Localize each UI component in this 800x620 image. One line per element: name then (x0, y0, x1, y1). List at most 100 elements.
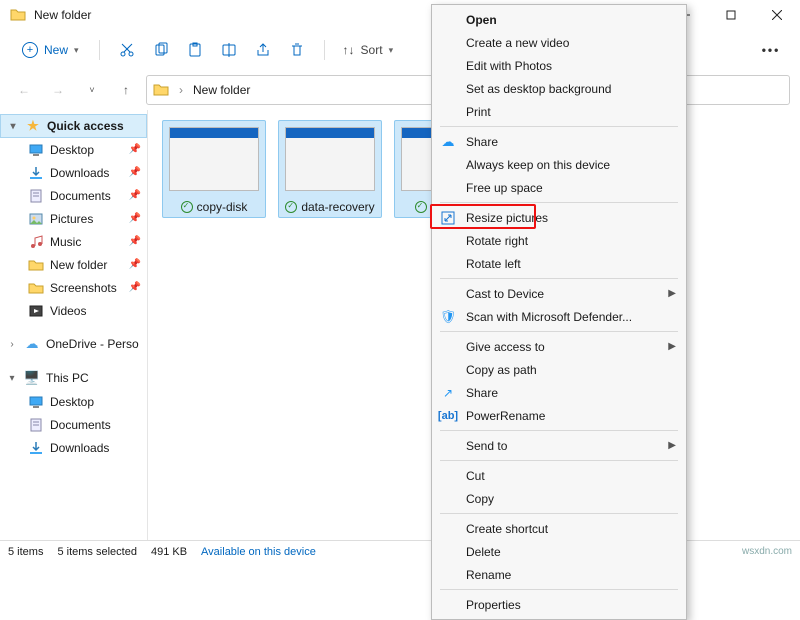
desktop-icon (28, 394, 44, 410)
menu-item-label: Copy as path (466, 363, 537, 377)
menu-item-label: Edit with Photos (466, 59, 552, 73)
onedrive-group[interactable]: › ☁ OneDrive - Perso (0, 332, 147, 356)
menu-item-label: Give access to (466, 340, 545, 354)
sidebar-item-new-folder[interactable]: New folder 📌 (0, 253, 147, 276)
paste-button[interactable] (178, 35, 212, 65)
menu-separator (440, 460, 678, 461)
cloud-icon: ☁ (440, 134, 456, 150)
menu-item-powerrename[interactable]: [ab]PowerRename (432, 404, 686, 427)
pin-icon: 📌 (129, 190, 141, 201)
sidebar-item-screenshots[interactable]: Screenshots📌 (0, 276, 147, 299)
sidebar-item-label: Documents (50, 418, 111, 432)
more-button[interactable]: ••• (754, 35, 788, 65)
menu-item-rename[interactable]: Rename (432, 563, 686, 586)
sidebar-item-label: New folder (50, 258, 107, 272)
menu-item-share[interactable]: ☁ Share (432, 130, 686, 153)
onedrive-label: OneDrive - Perso (46, 337, 139, 351)
pin-icon: 📌 (129, 144, 141, 155)
breadcrumb-segment[interactable]: New folder (193, 83, 250, 97)
thumbnail (169, 127, 259, 191)
menu-separator (440, 430, 678, 431)
menu-item-cut[interactable]: Cut (432, 464, 686, 487)
sidebar-item-label: Videos (50, 304, 86, 318)
sidebar-item-desktop[interactable]: Desktop (0, 390, 147, 413)
sidebar-item-documents[interactable]: Documents (0, 413, 147, 436)
this-pc-group[interactable]: ▾ 🖥️ This PC (0, 366, 147, 390)
sort-label: Sort (361, 43, 383, 57)
forward-button[interactable]: → (44, 76, 72, 104)
back-button[interactable]: ← (10, 76, 38, 104)
menu-item-share[interactable]: ↗Share (432, 381, 686, 404)
sort-button[interactable]: ↑↓ Sort ▾ (335, 39, 402, 61)
menu-item-resize-pictures[interactable]: Resize pictures (432, 206, 686, 229)
menu-item-give-access-to[interactable]: Give access to▶ (432, 335, 686, 358)
chevron-down-icon: ▾ (6, 373, 18, 384)
status-size: 491 KB (151, 546, 187, 558)
new-label: New (44, 43, 68, 57)
rename-button[interactable] (212, 35, 246, 65)
shield-icon: 🛡 (440, 309, 456, 325)
menu-item-label: Send to (466, 439, 507, 453)
menu-item-copy-as-path[interactable]: Copy as path (432, 358, 686, 381)
menu-item-create-a-new-video[interactable]: Create a new video (432, 31, 686, 54)
file-item[interactable]: copy-disk (162, 120, 266, 218)
close-button[interactable] (754, 0, 800, 30)
folder-icon (10, 7, 26, 23)
menu-item-free-up-space[interactable]: Free up space (432, 176, 686, 199)
menu-item-delete[interactable]: Delete (432, 540, 686, 563)
pictures-icon (28, 211, 44, 227)
file-item[interactable]: data-recovery (278, 120, 382, 218)
menu-item-print[interactable]: Print (432, 100, 686, 123)
menu-item-copy[interactable]: Copy (432, 487, 686, 510)
pin-icon: 📌 (129, 213, 141, 224)
desktop-icon (28, 142, 44, 158)
menu-item-rotate-right[interactable]: Rotate right (432, 229, 686, 252)
menu-item-cast-to-device[interactable]: Cast to Device▶ (432, 282, 686, 305)
sidebar-item-label: Music (50, 235, 81, 249)
menu-item-rotate-left[interactable]: Rotate left (432, 252, 686, 275)
share-button[interactable] (246, 35, 280, 65)
up-button[interactable]: ↑ (112, 76, 140, 104)
menu-item-edit-with-photos[interactable]: Edit with Photos (432, 54, 686, 77)
sidebar-item-videos[interactable]: Videos (0, 299, 147, 322)
menu-separator (440, 126, 678, 127)
chevron-down-icon: ▾ (7, 121, 19, 132)
menu-item-always-keep-on-this-device[interactable]: Always keep on this device (432, 153, 686, 176)
sort-icon: ↑↓ (343, 43, 355, 57)
sidebar-item-documents[interactable]: Documents📌 (0, 184, 147, 207)
menu-item-label: Scan with Microsoft Defender... (466, 310, 632, 324)
menu-item-scan-with-microsoft-defender-[interactable]: 🛡 Scan with Microsoft Defender... (432, 305, 686, 328)
menu-item-create-shortcut[interactable]: Create shortcut (432, 517, 686, 540)
sync-icon (181, 201, 193, 213)
star-icon: ★ (25, 118, 41, 134)
menu-item-send-to[interactable]: Send to ▶ (432, 434, 686, 457)
menu-item-label: Share (466, 135, 498, 149)
sidebar-item-downloads[interactable]: Downloads📌 (0, 161, 147, 184)
context-menu[interactable]: Open Create a new video Edit with Photos Se… (431, 4, 687, 620)
sidebar-item-downloads[interactable]: Downloads (0, 436, 147, 459)
pin-icon: 📌 (129, 259, 141, 270)
quick-access-header[interactable]: ▾ ★ Quick access (0, 114, 147, 138)
menu-separator (440, 589, 678, 590)
maximize-button[interactable] (708, 0, 754, 30)
sidebar-item-music[interactable]: Music📌 (0, 230, 147, 253)
delete-button[interactable] (280, 35, 314, 65)
chevron-right-icon: › (6, 339, 18, 350)
documents-icon (28, 417, 44, 433)
sidebar-item-desktop[interactable]: Desktop📌 (0, 138, 147, 161)
menu-item-open[interactable]: Open (432, 8, 686, 31)
videos-icon (28, 303, 44, 319)
menu-item-label: Resize pictures (466, 211, 548, 225)
cut-button[interactable] (110, 35, 144, 65)
sidebar-item-label: Pictures (50, 212, 93, 226)
copy-button[interactable] (144, 35, 178, 65)
new-button[interactable]: + New ▾ (12, 38, 89, 62)
chevron-right-icon: ▶ (668, 440, 676, 451)
sidebar-item-pictures[interactable]: Pictures 📌 (0, 207, 147, 230)
menu-item-properties[interactable]: Properties (432, 593, 686, 616)
sidebar-item-label: Desktop (50, 395, 94, 409)
menu-item-label: Create a new video (466, 36, 569, 50)
chevron-down-icon: ▾ (389, 45, 394, 56)
menu-item-set-as-desktop-background[interactable]: Set as desktop background (432, 77, 686, 100)
recent-dropdown[interactable]: ˅ (78, 76, 106, 104)
